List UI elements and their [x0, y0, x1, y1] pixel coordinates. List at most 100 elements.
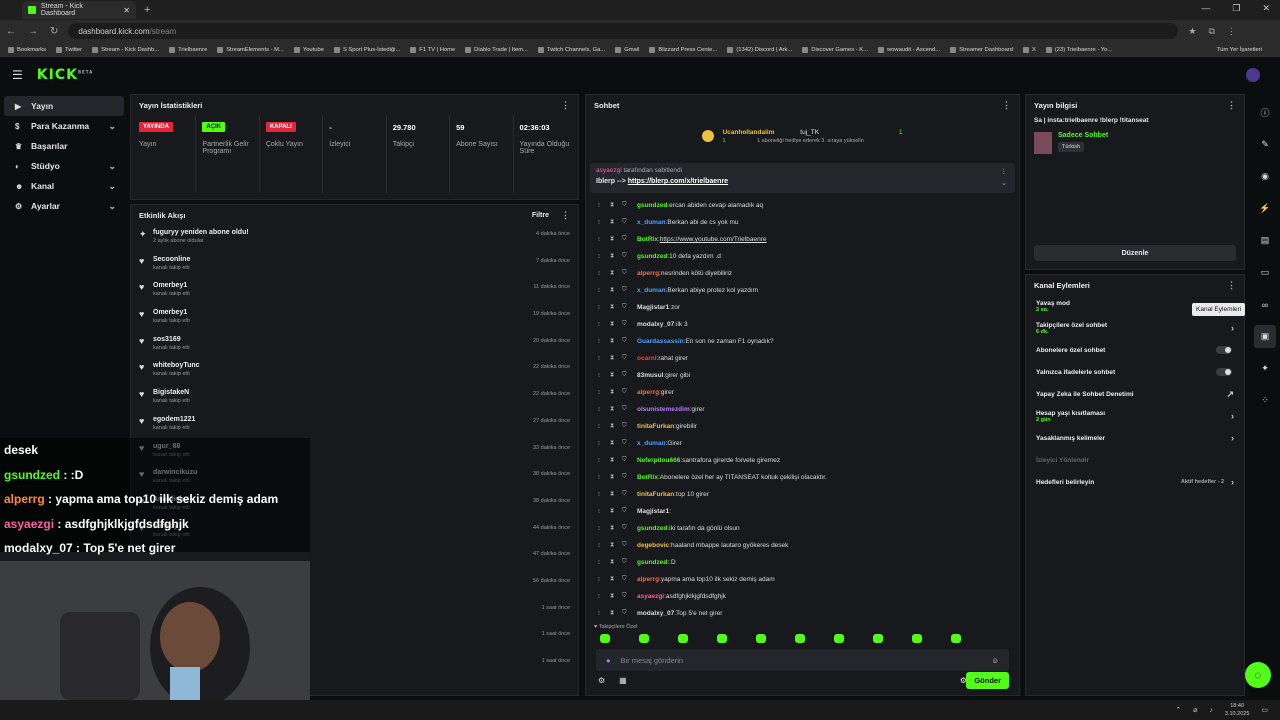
shield-icon[interactable]: ⛉	[622, 593, 634, 600]
lightning-icon[interactable]: ⚡	[1250, 197, 1280, 220]
timeout-icon[interactable]: ⧗	[610, 338, 622, 345]
shield-icon[interactable]: ⛉	[622, 525, 634, 532]
pin-message-icon[interactable]: ⁝	[598, 389, 610, 396]
chat-username[interactable]: alperrg	[637, 270, 659, 277]
toggle-switch[interactable]	[1216, 346, 1232, 354]
bookmark-item[interactable]: Trielbaenre	[169, 46, 207, 53]
chevron-right-icon[interactable]: ›	[1231, 477, 1234, 487]
user-avatar[interactable]	[1246, 68, 1260, 82]
pin-message-icon[interactable]: ⁝	[598, 304, 610, 311]
shield-icon[interactable]: ⛉	[622, 491, 634, 498]
shield-icon[interactable]: ⛉	[622, 202, 634, 209]
chevron-right-icon[interactable]: ›	[1231, 411, 1234, 421]
emote-icon[interactable]	[951, 634, 961, 643]
shield-icon[interactable]: ⛉	[622, 406, 634, 413]
document-icon[interactable]: ▤	[1250, 229, 1280, 252]
bookmark-item[interactable]: Twitch Channels, Ga...	[537, 46, 605, 53]
new-tab-button[interactable]: +	[144, 4, 150, 16]
bookmark-item[interactable]: Youtube	[293, 46, 324, 53]
pin-message-icon[interactable]: ⁝	[598, 406, 610, 413]
shield-icon[interactable]: ⛉	[622, 457, 634, 464]
chevron-right-icon[interactable]: ›	[1231, 433, 1234, 443]
timeout-icon[interactable]: ⧗	[610, 610, 622, 617]
more-icon[interactable]: ⋮	[561, 210, 570, 221]
chat-username[interactable]: gsundzed	[637, 559, 667, 566]
chat-username[interactable]: tinitaFurkan	[637, 491, 674, 498]
pin-message-icon[interactable]: ⁝	[598, 508, 610, 515]
timeout-icon[interactable]: ⧗	[610, 287, 622, 294]
bookmark-item[interactable]: Twitter	[56, 46, 82, 53]
chat-input[interactable]: ● Bir mesaj gönderin ☺	[596, 649, 1009, 671]
channel-action[interactable]: Yasaklanmış kelimeler ›	[1026, 427, 1244, 449]
menu-icon[interactable]: ⋮	[1227, 26, 1236, 37]
shield-icon[interactable]: ⛉	[622, 270, 634, 277]
shield-icon[interactable]: ⛉	[622, 474, 634, 481]
calendar-icon[interactable]: ▦	[619, 676, 627, 685]
shield-icon[interactable]: ⛉	[622, 219, 634, 226]
timeout-icon[interactable]: ⧗	[610, 406, 622, 413]
shield-icon[interactable]: ⛉	[622, 355, 634, 362]
shield-icon[interactable]: ⛉	[622, 253, 634, 260]
emote-icon[interactable]	[795, 634, 805, 643]
filter-button[interactable]: Filtre	[532, 212, 549, 219]
chat-username[interactable]: x_duman	[637, 440, 666, 447]
timeout-icon[interactable]: ⧗	[610, 593, 622, 600]
pin-message-icon[interactable]: ⁝	[598, 355, 610, 362]
mic-icon[interactable]: ●	[606, 656, 611, 665]
timeout-icon[interactable]: ⧗	[610, 236, 622, 243]
pinned-link[interactable]: https://blerp.com/x/trielbaenre	[628, 178, 728, 185]
bookmark-item[interactable]: Gmail	[615, 46, 639, 53]
timeout-icon[interactable]: ⧗	[610, 321, 622, 328]
shield-icon[interactable]: ⛉	[622, 576, 634, 583]
maximize-icon[interactable]: ❐	[1232, 3, 1240, 14]
chat-username[interactable]: gsundzed	[637, 525, 667, 532]
chat-username[interactable]: gsundzed	[637, 253, 667, 260]
pin-message-icon[interactable]: ⁝	[598, 542, 610, 549]
pin-message-icon[interactable]: ⁝	[598, 236, 610, 243]
pin-message-icon[interactable]: ⁝	[598, 372, 610, 379]
pin-message-icon[interactable]: ⁝	[598, 457, 610, 464]
emote-icon[interactable]	[756, 634, 766, 643]
close-tab-icon[interactable]: ✕	[123, 6, 130, 15]
bookmark-item[interactable]: Streamer Dashboard	[950, 46, 1013, 53]
external-link-icon[interactable]: ↗	[1226, 389, 1234, 400]
more-icon[interactable]: ⋮	[1227, 280, 1236, 291]
edit-icon[interactable]: ✎	[1250, 133, 1280, 156]
camera-icon[interactable]: ◉	[1250, 165, 1280, 188]
sidebar-item[interactable]: $ Para Kazanma ⌄	[4, 116, 124, 136]
timeout-icon[interactable]: ⧗	[610, 457, 622, 464]
emoji-icon[interactable]: ☺	[991, 656, 999, 665]
kick-logo[interactable]: KICKBETA	[37, 67, 93, 83]
pin-message-icon[interactable]: ⁝	[598, 423, 610, 430]
chat-username[interactable]: tinitaFurkan	[637, 423, 674, 430]
sidebar-item[interactable]: ◐ Stüdyo ⌄	[4, 156, 124, 176]
timeout-icon[interactable]: ⧗	[610, 372, 622, 379]
sidebar-item[interactable]: ⚙ Ayarlar ⌄	[4, 196, 124, 216]
forward-icon[interactable]: →	[28, 26, 38, 37]
more-icon[interactable]: ⋮	[561, 100, 570, 111]
pin-message-icon[interactable]: ⁝	[598, 474, 610, 481]
pin-message-icon[interactable]: ⁝	[598, 610, 610, 617]
timeout-icon[interactable]: ⧗	[610, 304, 622, 311]
bookmark-item[interactable]: (23) Trielbaenre - Yo...	[1045, 46, 1112, 53]
timeout-icon[interactable]: ⧗	[610, 270, 622, 277]
chat-username[interactable]: Guardassassin	[637, 338, 684, 345]
bookmark-item[interactable]: (1342) Discord | Ark...	[727, 46, 792, 53]
timeout-icon[interactable]: ⧗	[610, 389, 622, 396]
shield-icon[interactable]: ⛉	[622, 559, 634, 566]
shield-icon[interactable]: ⛉	[622, 236, 634, 243]
shield-icon[interactable]: ⛉	[622, 372, 634, 379]
channel-actions-icon[interactable]: ▣	[1254, 325, 1276, 348]
send-button[interactable]: Gönder	[966, 672, 1009, 689]
chat-username[interactable]: modalxy_07	[637, 610, 674, 617]
timeout-icon[interactable]: ⧗	[610, 355, 622, 362]
shield-icon[interactable]: ⛉	[622, 542, 634, 549]
channel-action[interactable]: Takipçilere özel sohbet 6 dk. ›	[1026, 317, 1244, 339]
notification-icon[interactable]: ▭	[1261, 706, 1268, 714]
info-icon[interactable]: ⓘ	[1250, 101, 1280, 124]
shield-icon[interactable]: ⛉	[622, 610, 634, 617]
mic-icon[interactable]: ⌀	[1193, 706, 1197, 714]
timeout-icon[interactable]: ⧗	[610, 474, 622, 481]
pin-message-icon[interactable]: ⁝	[598, 576, 610, 583]
pin-message-icon[interactable]: ⁝	[598, 525, 610, 532]
